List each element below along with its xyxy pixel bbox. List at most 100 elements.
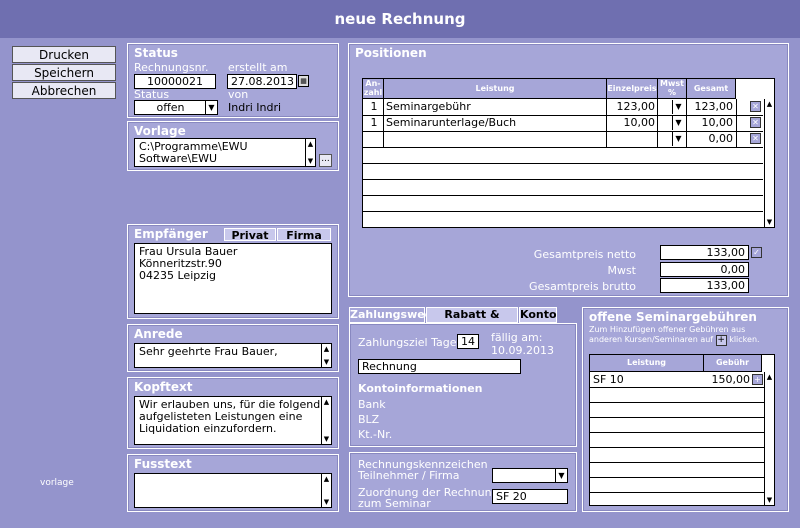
scroll-up-icon[interactable]: ▲ <box>765 99 774 109</box>
created-label: erstellt am <box>228 61 288 74</box>
scroll-up-icon[interactable]: ▲ <box>322 344 331 354</box>
scroll-down-icon[interactable]: ▼ <box>765 495 774 505</box>
invoice-id-label: Rechnungskennzeichen Teilnehmer / Firma <box>358 458 488 482</box>
fee-row-amount: 150,00 <box>711 373 751 386</box>
due-label: fällig am: <box>491 331 543 344</box>
open-fees-title: offene Seminargebühren <box>589 310 757 324</box>
scroll-up-icon[interactable]: ▲ <box>306 139 315 149</box>
window-title: neue Rechnung <box>0 0 800 38</box>
by-label: von <box>228 88 249 101</box>
scroll-down-icon[interactable]: ▼ <box>322 357 331 367</box>
row-qty[interactable]: 1 <box>367 116 381 129</box>
chevron-down-icon[interactable]: ▼ <box>672 132 684 146</box>
print-button[interactable]: Drucken <box>12 46 116 63</box>
header-text-field[interactable]: Wir erlauben uns, für die folgend aufgel… <box>134 396 332 445</box>
salutation-panel: Anrede Sehr geehrte Frau Bauer, ▲ ▼ <box>127 324 339 372</box>
payment-term-label: Zahlungsziel Tage <box>358 336 457 349</box>
recipient-address-field[interactable]: Frau Ursula Bauer Könneritzstr.90 04235 … <box>134 243 332 314</box>
payment-term-field[interactable]: 14 <box>457 334 479 349</box>
col-vat-header: Mwst% <box>657 78 687 99</box>
open-fees-hint-2: anderen Kursen/Seminaren auf + klicken. <box>589 335 760 346</box>
positions-scrollbar[interactable]: ▲ ▼ <box>764 99 774 227</box>
footer-text-title: Fusstext <box>134 457 192 471</box>
delete-row-icon[interactable]: ✕ <box>750 101 761 112</box>
header-text-scrollbar[interactable]: ▲ ▼ <box>321 397 331 444</box>
template-path-field[interactable]: C:\Programme\EWU Software\EWU ▲ ▼ <box>134 138 316 167</box>
delete-row-icon[interactable]: ✕ <box>750 133 761 144</box>
save-button[interactable]: Speichern <box>12 64 116 81</box>
net-total-label: Gesamtpreis netto <box>533 248 636 261</box>
add-icon[interactable]: + <box>715 335 727 346</box>
open-fees-table[interactable]: Leistung Gebühr SF 10 150,00 + ▲ ▼ <box>589 354 775 506</box>
row-unit-price[interactable]: 10,00 <box>609 116 656 129</box>
scroll-down-icon[interactable]: ▼ <box>322 434 331 444</box>
positions-table[interactable]: An-zahl Leistung Einzelpreis Mwst% Gesam… <box>362 78 775 228</box>
template-panel: Vorlage C:\Programme\EWU Software\EWU ▲ … <box>127 121 339 171</box>
tab-payment[interactable]: Zahlungsweg <box>349 307 433 323</box>
invoice-nr-field[interactable]: 10000021 <box>134 74 216 89</box>
delete-row-icon[interactable]: ✕ <box>750 117 761 128</box>
tab-account[interactable]: Konto <box>519 307 557 323</box>
col-qty-header: An-zahl <box>362 78 384 99</box>
positions-panel: Positionen An-zahl Leistung Einzelpreis … <box>348 43 789 297</box>
scroll-up-icon[interactable]: ▲ <box>322 397 331 407</box>
col-total-header: Gesamt <box>686 78 736 99</box>
row-qty[interactable]: 1 <box>367 100 381 113</box>
row-unit-price[interactable]: 123,00 <box>609 100 656 113</box>
net-total-value: 133,00 <box>660 245 749 260</box>
scroll-down-icon[interactable]: ▼ <box>306 156 315 166</box>
invoice-id-select[interactable]: ▼ <box>492 468 568 483</box>
salutation-scrollbar[interactable]: ▲ ▼ <box>321 344 331 367</box>
footer-text-scrollbar[interactable]: ▲ ▼ <box>321 474 331 507</box>
reference-panel: Rechnungskennzeichen Teilnehmer / Firma ▼… <box>349 452 577 512</box>
scroll-down-icon[interactable]: ▼ <box>765 217 774 227</box>
vat-total-value: 0,00 <box>660 262 749 277</box>
gross-total-label: Gesamtpreis brutto <box>529 280 636 293</box>
gross-total-value: 133,00 <box>660 278 749 293</box>
salutation-field[interactable]: Sehr geehrte Frau Bauer, ▲ ▼ <box>134 343 332 368</box>
chevron-down-icon[interactable]: ▼ <box>205 101 217 114</box>
scroll-up-icon[interactable]: ▲ <box>765 372 774 382</box>
tab-company[interactable]: Firma <box>277 228 331 242</box>
invoice-window: neue Rechnung Drucken Speichern Abbreche… <box>0 0 800 528</box>
account-info-label: Kontoinformationen <box>358 382 483 395</box>
row-total: 123,00 <box>694 100 734 113</box>
row-service[interactable]: Seminargebühr <box>386 100 604 113</box>
created-date-field[interactable]: 27.08.2013 <box>227 74 297 89</box>
browse-button[interactable]: ... <box>319 154 332 167</box>
row-total: 10,00 <box>701 116 734 129</box>
tab-private[interactable]: Privat <box>224 228 276 242</box>
seminar-assign-label: Zuordnung der Rechnung zum Seminar <box>358 486 499 510</box>
header-text-title: Kopftext <box>134 380 193 394</box>
payment-method-field[interactable]: Rechnung <box>358 359 521 374</box>
chevron-down-icon[interactable]: ▼ <box>672 100 684 114</box>
open-fees-scrollbar[interactable]: ▲ ▼ <box>764 372 774 505</box>
recalculate-icon[interactable]: ✓ <box>751 247 762 258</box>
tab-discount[interactable]: Rabatt & Skonto <box>426 307 518 335</box>
status-title: Status <box>134 46 178 60</box>
row-service[interactable]: Seminarunterlage/Buch <box>386 116 604 129</box>
invoice-nr-label: Rechnungsnr. <box>134 61 209 74</box>
recipient-title: Empfänger <box>134 227 208 241</box>
chevron-down-icon[interactable]: ▼ <box>672 116 684 130</box>
calendar-icon[interactable]: ▦ <box>298 75 309 87</box>
positions-title: Positionen <box>355 46 427 60</box>
open-fees-hint-1: Zum Hinzufügen offener Gebühren aus <box>589 325 746 334</box>
footer-text-field[interactable]: ▲ ▼ <box>134 473 332 508</box>
chevron-down-icon[interactable]: ▼ <box>555 469 567 482</box>
add-fee-icon[interactable]: + <box>752 374 763 385</box>
cancel-button[interactable]: Abbrechen <box>12 82 116 99</box>
footer-text-panel: Fusstext ▲ ▼ <box>127 454 339 512</box>
col-fee-header: Gebühr <box>703 354 762 372</box>
scroll-down-icon[interactable]: ▼ <box>322 497 331 507</box>
account-nr-label: Kt.-Nr. <box>358 428 393 441</box>
seminar-field[interactable]: SF 20 <box>492 489 568 504</box>
salutation-value: Sehr geehrte Frau Bauer, <box>139 345 278 358</box>
status-select[interactable]: offen ▼ <box>134 100 218 115</box>
payment-panel: Zahlungsziel Tage 14 fällig am: 10.09.20… <box>349 323 577 447</box>
col-service-header: Leistung <box>383 78 607 99</box>
scroll-up-icon[interactable]: ▲ <box>322 474 331 484</box>
template-scrollbar[interactable]: ▲ ▼ <box>305 139 315 166</box>
recipient-panel: Empfänger Privat Firma Frau Ursula Bauer… <box>127 224 339 319</box>
salutation-title: Anrede <box>134 327 183 341</box>
